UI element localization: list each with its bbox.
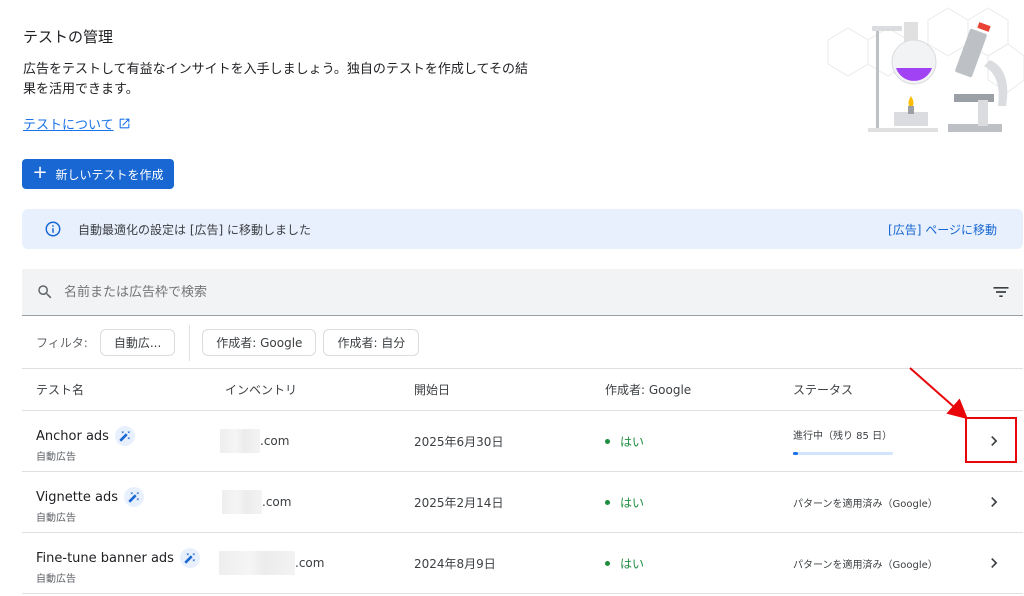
annotation-highlight-box [965,417,1017,463]
test-type: 自動広告 [36,574,76,585]
go-to-ads-page-link[interactable]: [広告] ページに移動 [888,221,997,238]
redacted-domain [219,551,295,575]
status-cell: パターンを適用済み（Google） [793,533,938,593]
table-row[interactable]: Vignette ads 自動広告 .com 2025年2月14日 はい パター… [22,472,1023,533]
about-tests-link-label: テストについて [23,118,114,133]
test-name-cell: Anchor ads 自動広告 [36,426,135,463]
filter-divider [189,324,191,361]
created-by-google-value: はい [620,495,645,510]
status-cell: 進行中（残り 85 日） [793,411,893,471]
info-icon [45,221,61,237]
create-test-button[interactable]: + 新しいテストを作成 [22,159,174,189]
magic-wand-icon [124,487,145,507]
inventory-suffix: .com [260,434,290,448]
test-name: Vignette ads [36,489,119,505]
search-input[interactable] [64,284,864,300]
test-type: 自動広告 [36,452,76,463]
start-date: 2025年6月30日 [414,434,504,449]
filter-label: フィルタ: [36,336,88,350]
table-header: テスト名 インベントリ 開始日 作成者: Google ステータス [22,369,1023,411]
chevron-right-icon[interactable] [984,492,1004,512]
table-row[interactable]: Anchor ads 自動広告 .com 2025年6月30日 はい 進行中（残… [22,411,1023,472]
column-header-status[interactable]: ステータス [793,381,853,398]
created-by-google-cell: はい [605,472,644,532]
create-test-button-label: 新しいテストを作成 [55,167,164,182]
status-text: パターンを適用済み（Google） [793,559,938,571]
info-banner-text: 自動最適化の設定は [広告] に移動しました [78,222,311,237]
status-dot-icon [605,499,610,505]
lab-illustration [827,7,1024,132]
chevron-right-icon[interactable] [984,553,1004,573]
start-date: 2024年8月9日 [414,556,496,571]
inventory-cell: .com [220,411,289,471]
filter-chip-auto-ads[interactable]: 自動広... [99,329,176,356]
magic-wand-icon [114,426,135,446]
test-type: 自動広告 [36,513,76,524]
filter-list-icon[interactable] [991,282,1011,302]
column-header-start-date[interactable]: 開始日 [414,381,450,398]
created-by-google-cell: はい [605,411,644,471]
created-by-google-cell: はい [605,533,644,593]
filter-chip-created-by-google[interactable]: 作成者: Google [202,329,317,356]
status-text: パターンを適用済み（Google） [793,498,938,510]
redacted-domain [220,429,260,453]
filter-chip-created-by-me[interactable]: 作成者: 自分 [323,329,420,356]
status-text: 進行中（残り 85 日） [793,431,893,442]
table-row[interactable]: Fine-tune banner ads 自動広告 .com 2024年8月9日… [22,533,1023,594]
search-icon [38,285,52,299]
created-by-google-value: はい [620,434,645,449]
inventory-cell: .com [219,533,324,593]
inventory-suffix: .com [295,556,325,570]
inventory-suffix: .com [262,495,292,509]
status-dot-icon [605,560,610,566]
redacted-domain [222,490,262,514]
progress-bar [793,452,893,455]
status-cell: パターンを適用済み（Google） [793,472,938,532]
column-header-inventory[interactable]: インベントリ [225,381,297,398]
test-name: Anchor ads [36,428,109,444]
start-date: 2025年2月14日 [414,495,504,510]
column-header-created-by-google[interactable]: 作成者: Google [605,381,691,398]
filter-row: フィルタ: 自動広... 作成者: Google 作成者: 自分 [22,317,1023,369]
column-header-test-name[interactable]: テスト名 [36,381,84,398]
created-by-google-value: はい [620,556,645,571]
external-link-icon [119,118,129,129]
test-name-cell: Fine-tune banner ads 自動広告 [36,548,200,585]
tests-table: テスト名 インベントリ 開始日 作成者: Google ステータス Anchor… [22,369,1023,594]
about-tests-link[interactable]: テストについて [23,114,131,133]
test-name-cell: Vignette ads 自動広告 [36,487,145,524]
test-name: Fine-tune banner ads [36,550,174,566]
search-bar [22,269,1023,316]
info-banner: 自動最適化の設定は [広告] に移動しました [広告] ページに移動 [22,209,1023,249]
magic-wand-icon [179,548,200,568]
inventory-cell: .com [222,472,291,532]
plus-icon: + [32,162,48,183]
progress-bar-fill [793,452,798,455]
status-dot-icon [605,438,610,444]
page-description: 広告をテストして有益なインサイトを入手しましょう。独自のテストを作成してその結果… [23,62,529,97]
page-title: テストの管理 [23,28,114,46]
